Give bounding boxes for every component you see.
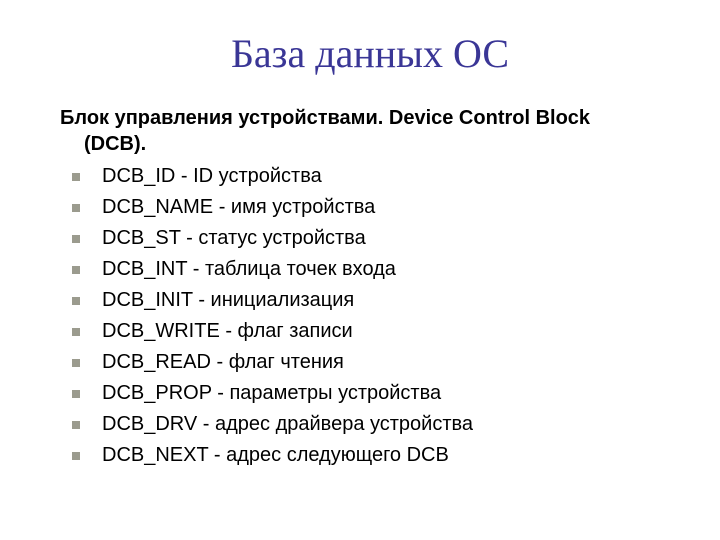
item-text: DCB_NEXT - адрес следующего DCB <box>102 442 449 469</box>
bullet-icon <box>72 235 80 243</box>
item-text: DCB_NAME - имя устройства <box>102 194 375 221</box>
bullet-icon <box>72 204 80 212</box>
heading-line-2: (DCB). <box>60 131 680 157</box>
bullet-icon <box>72 173 80 181</box>
item-text: DCB_INIT - инициализация <box>102 287 354 314</box>
list-item: DCB_INIT - инициализация <box>72 287 680 314</box>
list-item: DCB_NAME - имя устройства <box>72 194 680 221</box>
bullet-icon <box>72 266 80 274</box>
list-item: DCB_DRV - адрес драйвера устройства <box>72 411 680 438</box>
bullet-icon <box>72 328 80 336</box>
list-item: DCB_PROP - параметры устройства <box>72 380 680 407</box>
list-item: DCB_WRITE - флаг записи <box>72 318 680 345</box>
item-text: DCB_PROP - параметры устройства <box>102 380 441 407</box>
list-item: DCB_ID - ID устройства <box>72 163 680 190</box>
item-text: DCB_ST - статус устройства <box>102 225 366 252</box>
item-text: DCB_WRITE - флаг записи <box>102 318 353 345</box>
list-item: DCB_NEXT - адрес следующего DCB <box>72 442 680 469</box>
bullet-icon <box>72 297 80 305</box>
page-title: База данных ОС <box>60 30 680 77</box>
item-text: DCB_ID - ID устройства <box>102 163 322 190</box>
bullet-icon <box>72 390 80 398</box>
item-text: DCB_READ - флаг чтения <box>102 349 344 376</box>
bullet-icon <box>72 359 80 367</box>
section-heading: Блок управления устройствами. Device Con… <box>60 105 680 157</box>
dcb-list: DCB_ID - ID устройства DCB_NAME - имя ус… <box>60 163 680 469</box>
list-item: DCB_INT - таблица точек входа <box>72 256 680 283</box>
list-item: DCB_READ - флаг чтения <box>72 349 680 376</box>
list-item: DCB_ST - статус устройства <box>72 225 680 252</box>
item-text: DCB_INT - таблица точек входа <box>102 256 396 283</box>
bullet-icon <box>72 421 80 429</box>
bullet-icon <box>72 452 80 460</box>
item-text: DCB_DRV - адрес драйвера устройства <box>102 411 473 438</box>
heading-line-1: Блок управления устройствами. Device Con… <box>60 107 590 129</box>
